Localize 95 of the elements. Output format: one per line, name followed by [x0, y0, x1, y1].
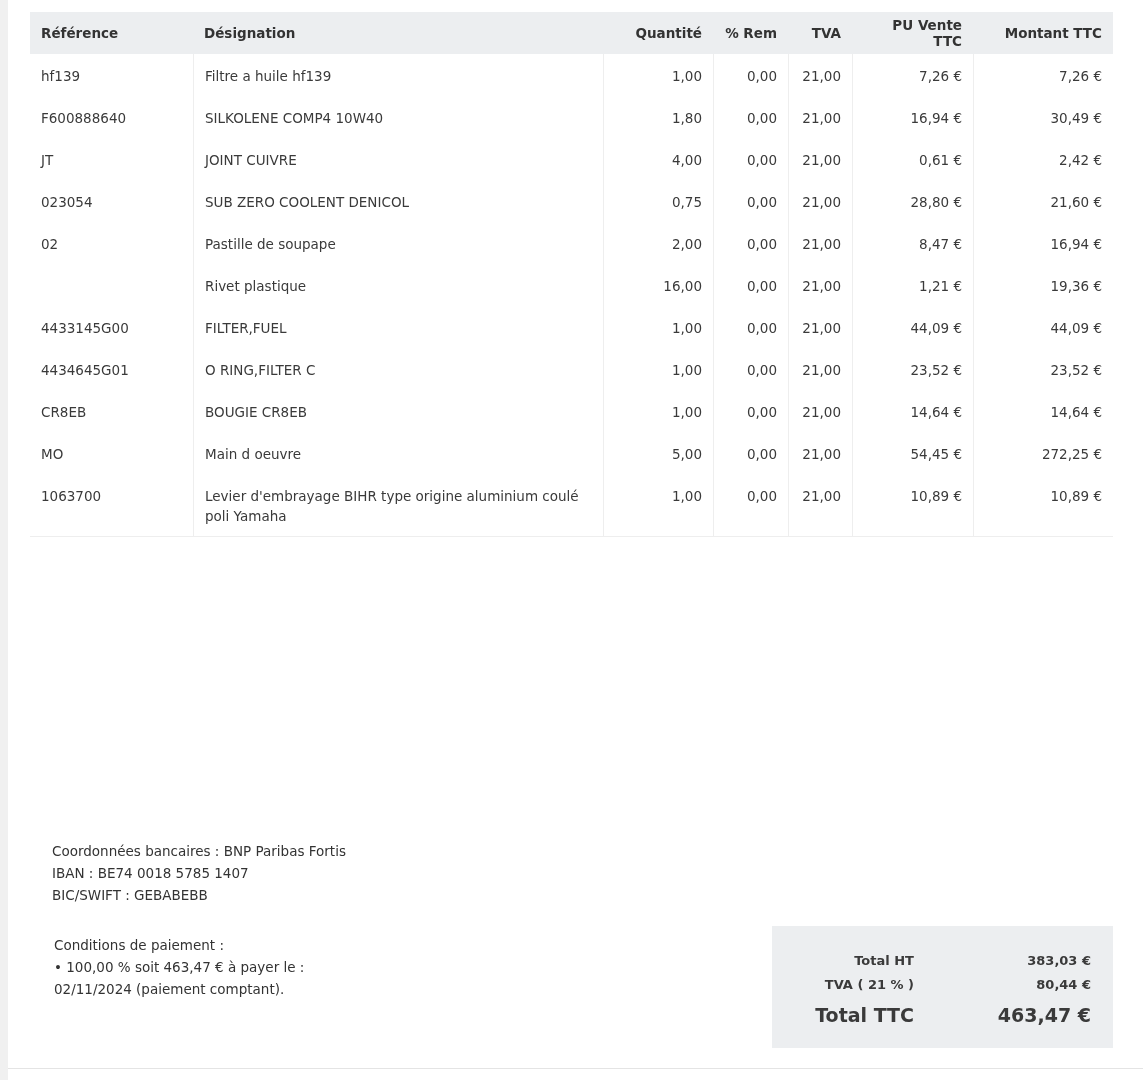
table-cell: 14,64 €: [1050, 404, 1102, 420]
table-cell: 0,00: [746, 194, 777, 210]
table-cell: 1,00: [671, 488, 702, 504]
table-cell: 0,00: [746, 404, 777, 420]
total-label: Total TTC: [814, 1004, 914, 1026]
table-cell: 0,00: [746, 152, 777, 168]
table-cell: 44,09 €: [910, 320, 962, 336]
table-cell: 21,00: [802, 110, 841, 126]
table-cell: 28,80 €: [910, 194, 962, 210]
table-cell: 4433145G00: [41, 320, 129, 336]
table-cell: Filtre a huile hf139: [205, 68, 332, 84]
table-cell: 21,00: [802, 68, 841, 84]
table-cell: 21,00: [802, 236, 841, 252]
table-cell: 1,00: [671, 362, 702, 378]
table-cell: 0,00: [746, 110, 777, 126]
table-cell: 21,00: [802, 362, 841, 378]
table-cell: 272,25 €: [1041, 446, 1102, 462]
table-cell: 19,36 €: [1050, 278, 1102, 294]
table-cell: 023054: [41, 194, 93, 210]
table-cell: 1063700: [41, 488, 102, 504]
column-header: % Rem: [724, 25, 778, 41]
table-cell: 23,52 €: [910, 362, 962, 378]
column-header: Quantité: [634, 25, 703, 41]
bank-details-line: Coordonnées bancaires : BNP Paribas Fortis: [52, 842, 346, 861]
table-cell: O RING,FILTER C: [205, 362, 316, 378]
table-cell: 0,00: [746, 68, 777, 84]
payment-terms-line: 02/11/2024 (paiement comptant).: [54, 980, 286, 999]
table-cell: 54,45 €: [910, 446, 962, 462]
column-header: Référence: [40, 25, 120, 41]
table-cell: 5,00: [671, 446, 702, 462]
table-cell: 16,94 €: [910, 110, 962, 126]
table-cell: 7,26 €: [919, 68, 962, 84]
table-cell: 0,61 €: [919, 152, 962, 168]
table-cell: 21,00: [802, 446, 841, 462]
table-cell: 21,60 €: [1050, 194, 1102, 210]
table-cell: 7,26 €: [1059, 68, 1102, 84]
table-cell: 8,47 €: [919, 236, 962, 252]
table-cell: 1,80: [671, 110, 702, 126]
payment-terms-line: • 100,00 % soit 463,47 € à payer le :: [54, 958, 306, 977]
payment-terms-line: Conditions de paiement :: [54, 936, 225, 955]
column-header: Montant TTC: [1003, 25, 1103, 41]
table-cell: 2,00: [671, 236, 702, 252]
table-cell: F600888640: [41, 110, 127, 126]
total-value: 80,44 €: [1036, 976, 1091, 994]
table-cell: JT: [41, 152, 54, 168]
column-header: TVA: [810, 25, 842, 41]
table-cell: 21,00: [802, 194, 841, 210]
table-cell: 21,00: [802, 278, 841, 294]
column-header: Désignation: [203, 25, 297, 41]
table-cell: 10,89 €: [910, 488, 962, 504]
total-label: Total HT: [853, 952, 914, 970]
table-cell: Pastille de soupape: [205, 236, 336, 252]
table-cell: 0,00: [746, 278, 777, 294]
table-cell: 16,94 €: [1050, 236, 1102, 252]
total-label: TVA ( 21 % ): [823, 976, 914, 994]
table-cell: 0,00: [746, 488, 777, 504]
table-cell: 0,00: [746, 236, 777, 252]
table-cell: 4434645G01: [41, 362, 129, 378]
total-value: 383,03 €: [1027, 952, 1091, 970]
table-cell: 14,64 €: [910, 404, 962, 420]
table-cell: 10,89 €: [1050, 488, 1102, 504]
bank-details-line: IBAN : BE74 0018 5785 1407: [52, 864, 250, 883]
table-cell: Main d oeuvre: [205, 446, 302, 462]
table-cell: 0,00: [746, 362, 777, 378]
table-cell: 2,42 €: [1059, 152, 1102, 168]
table-cell: 4,00: [671, 152, 702, 168]
table-cell: SUB ZERO COOLENT DENICOL: [205, 194, 410, 210]
table-cell: 02: [41, 236, 59, 252]
table-cell: 44,09 €: [1050, 320, 1102, 336]
table-cell: 1,00: [671, 404, 702, 420]
bank-details-line: BIC/SWIFT : GEBABEBB: [52, 886, 209, 905]
table-cell: JOINT CUIVRE: [205, 152, 297, 168]
table-cell: Levier d'embrayage BIHR type origine aluminium coulé poli Yamaha: [205, 488, 579, 524]
table-cell: 23,52 €: [1050, 362, 1102, 378]
table-cell: CR8EB: [41, 404, 87, 420]
table-cell: 21,00: [802, 488, 841, 504]
table-cell: 21,00: [802, 152, 841, 168]
table-cell: Rivet plastique: [205, 278, 307, 294]
table-cell: SILKOLENE COMP4 10W40: [205, 110, 384, 126]
table-cell: 21,00: [802, 404, 841, 420]
table-cell: BOUGIE CR8EB: [205, 404, 307, 420]
table-cell: hf139: [41, 68, 81, 84]
table-cell: 21,00: [802, 320, 841, 336]
table-cell: 1,21 €: [919, 278, 962, 294]
table-cell: 0,00: [746, 446, 777, 462]
table-cell: 0,75: [671, 194, 702, 210]
column-header: PU Vente TTC: [891, 17, 963, 49]
table-cell: 30,49 €: [1050, 110, 1102, 126]
table-cell: 16,00: [663, 278, 702, 294]
table-cell: FILTER,FUEL: [205, 320, 287, 336]
table-cell: 1,00: [671, 68, 702, 84]
table-cell: 0,00: [746, 320, 777, 336]
table-cell: 1,00: [671, 320, 702, 336]
table-cell: MO: [41, 446, 64, 462]
total-value: 463,47 €: [997, 1004, 1091, 1026]
